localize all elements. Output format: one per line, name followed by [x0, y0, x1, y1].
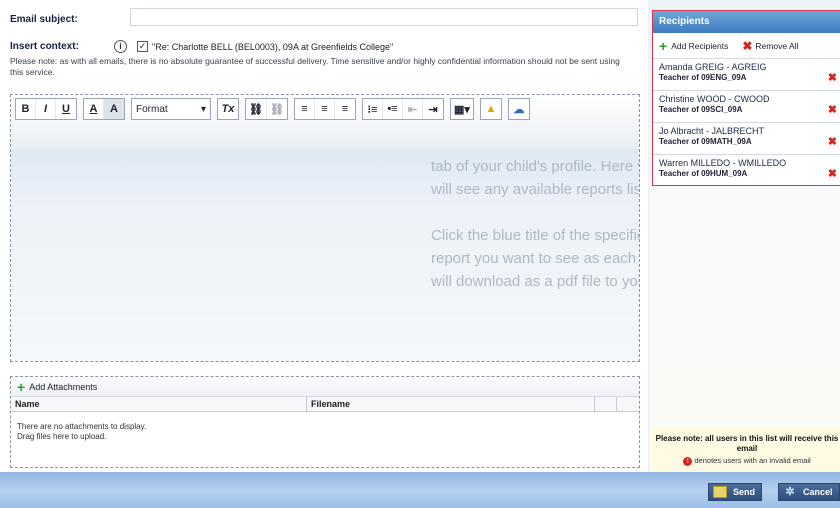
recipient-role: Teacher of 09SCI_09A	[659, 105, 743, 114]
onedrive-group: ☁	[507, 98, 530, 120]
color-group: A A	[83, 98, 125, 120]
bold-button[interactable]: B	[16, 99, 36, 119]
outdent-icon[interactable]: ⇤	[403, 99, 423, 119]
align-center-icon[interactable]: ≡	[315, 99, 335, 119]
link-group: ⛓ ⛓	[245, 98, 288, 120]
add-attachments-button[interactable]: + Add Attachments	[11, 377, 639, 397]
background-text-line: Click the blue title of the specific	[431, 227, 639, 244]
cancel-icon: ✲	[785, 486, 795, 498]
remove-recipient-icon[interactable]: ✖	[828, 103, 837, 116]
invalid-email-icon: !	[683, 456, 693, 466]
rich-text-editor: B I U A A Format ▾ Tx ⛓ ⛓ ≡ ≡ ≡ ⁝≡ •≡ ⇤ …	[10, 94, 640, 362]
link-icon[interactable]: ⛓	[246, 99, 267, 119]
subject-label: Email subject:	[10, 14, 78, 25]
column-header-extra	[595, 397, 617, 411]
remove-format-icon: Tx	[221, 103, 235, 115]
underline-button[interactable]: U	[56, 99, 76, 119]
format-dropdown[interactable]: Format ▾	[132, 99, 210, 119]
recipient-item[interactable]: Christine WOOD - CWOOD Teacher of 09SCI_…	[653, 91, 840, 123]
recipient-name: Warren MILLEDO - WMILLEDO	[659, 158, 787, 168]
table-icon[interactable]: ▦▾	[451, 99, 473, 119]
empty-line: There are no attachments to display.	[17, 422, 147, 431]
indent-icon[interactable]: ⇥	[423, 99, 443, 119]
remove-icon: ✖	[742, 38, 753, 53]
chevron-down-icon: ▾	[200, 103, 206, 115]
background-text-line: will see any available reports listed.	[431, 181, 639, 198]
add-attachments-label: Add Attachments	[29, 381, 98, 392]
invalid-email-legend-text: denotes users with an invalid email	[694, 456, 811, 465]
context-row: Insert context: i ✓ "Re: Charlotte BELL …	[10, 40, 393, 53]
cancel-button[interactable]: ✲ Cancel	[778, 483, 840, 501]
attachments-table-header: Name Filename	[11, 397, 639, 412]
recipient-role: Teacher of 09ENG_09A	[659, 73, 747, 82]
background-text-line: tab of your child's profile. Here you	[431, 158, 639, 175]
recipient-name: Jo Albracht - JALBRECHT	[659, 126, 765, 136]
recipient-name: Amanda GREIG - AGREIG	[659, 62, 767, 72]
onedrive-icon[interactable]: ☁	[509, 99, 529, 119]
column-header-extra	[617, 397, 639, 411]
recipient-role: Teacher of 09HUM_09A	[659, 169, 748, 178]
recipient-item[interactable]: Jo Albracht - JALBRECHT Teacher of 09MAT…	[653, 123, 840, 155]
background-color-button[interactable]: A	[104, 99, 124, 119]
recipient-item[interactable]: Amanda GREIG - AGREIG Teacher of 09ENG_0…	[653, 59, 840, 91]
recipient-name: Christine WOOD - CWOOD	[659, 94, 770, 104]
cancel-button-label: Cancel	[803, 487, 833, 497]
subject-row: Email subject:	[10, 14, 78, 25]
unlink-icon[interactable]: ⛓	[267, 99, 287, 119]
list-group: ⁝≡ •≡ ⇤ ⇥	[361, 98, 444, 120]
recipient-role: Teacher of 09MATH_09A	[659, 137, 752, 146]
recipients-box: Recipients + Add Recipients ✖ Remove All…	[652, 10, 840, 186]
column-header-filename[interactable]: Filename	[307, 397, 595, 411]
recipients-actions: + Add Recipients ✖ Remove All	[653, 33, 840, 59]
context-text: "Re: Charlotte BELL (BEL0003), 09A at Gr…	[152, 41, 394, 52]
google-drive-icon[interactable]: ▲	[481, 99, 501, 119]
drive-group: ▲	[479, 98, 502, 120]
attachments-panel: + Add Attachments Name Filename There ar…	[10, 376, 640, 468]
empty-line: Drag files here to upload.	[17, 432, 107, 441]
background-text-line: will download as a pdf file to your	[431, 273, 639, 290]
subject-input[interactable]	[130, 8, 638, 26]
editor-toolbar: B I U A A Format ▾ Tx ⛓ ⛓ ≡ ≡ ≡ ⁝≡ •≡ ⇤ …	[11, 95, 639, 149]
delivery-notice: Please note: as with all emails, there i…	[10, 56, 620, 77]
align-group: ≡ ≡ ≡	[293, 98, 356, 120]
send-icon	[713, 486, 727, 498]
add-recipients-button[interactable]: Add Recipients	[671, 41, 728, 51]
send-button[interactable]: Send	[708, 483, 763, 501]
text-color-button[interactable]: A	[84, 99, 104, 119]
editor-content-area[interactable]: tab of your child's profile. Here you wi…	[11, 149, 639, 361]
send-button-label: Send	[733, 487, 756, 497]
recipients-note: Please note: all users in this list will…	[652, 428, 840, 472]
remove-recipient-icon[interactable]: ✖	[828, 135, 837, 148]
remove-recipient-icon[interactable]: ✖	[828, 167, 837, 180]
format-group: Format ▾	[131, 98, 211, 120]
column-header-name[interactable]: Name	[11, 397, 307, 411]
remove-format-button[interactable]: Tx	[218, 99, 238, 119]
compose-panel: Email subject: Insert context: i ✓ "Re: …	[0, 0, 648, 472]
info-icon[interactable]: i	[114, 40, 127, 53]
attachments-empty-message: There are no attachments to display. Dra…	[11, 412, 639, 452]
numbered-list-icon[interactable]: ⁝≡	[363, 99, 383, 119]
context-label: Insert context:	[10, 41, 79, 52]
recipient-item[interactable]: Warren MILLEDO - WMILLEDO Teacher of 09H…	[653, 155, 840, 187]
plus-icon: +	[659, 37, 668, 54]
format-dropdown-label: Format	[136, 103, 168, 115]
invalid-email-legend: ! denotes users with an invalid email	[652, 456, 840, 466]
recipients-panel: Recipients + Add Recipients ✖ Remove All…	[650, 0, 840, 472]
align-right-icon[interactable]: ≡	[335, 99, 355, 119]
background-text-line: report you want to see as each is	[431, 250, 639, 267]
recipients-note-text: Please note: all users in this list will…	[655, 434, 839, 453]
bulleted-list-icon[interactable]: •≡	[383, 99, 403, 119]
clear-group: Tx	[217, 98, 239, 120]
remove-all-button[interactable]: Remove All	[755, 41, 798, 51]
align-left-icon[interactable]: ≡	[295, 99, 315, 119]
basic-style-group: B I U	[15, 98, 77, 120]
dialog-footer: Send ✲ Cancel	[0, 472, 840, 508]
context-checkbox[interactable]: ✓	[137, 41, 148, 52]
italic-button[interactable]: I	[36, 99, 56, 119]
remove-recipient-icon[interactable]: ✖	[828, 71, 837, 84]
plus-icon: +	[17, 378, 26, 395]
table-group: ▦▾	[449, 98, 474, 120]
recipients-title: Recipients	[653, 11, 840, 33]
